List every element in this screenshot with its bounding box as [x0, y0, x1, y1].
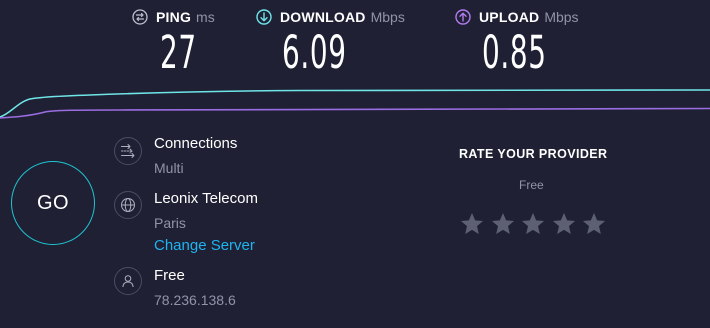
connections-icon [114, 137, 142, 165]
upload-arrow-icon [455, 9, 471, 25]
ip-address: 78.236.138.6 [154, 292, 236, 308]
download-arrow-icon [256, 9, 272, 25]
ping-value: 27 [160, 26, 197, 79]
download-unit: Mbps [370, 9, 405, 25]
server-location: Paris [154, 215, 186, 231]
speed-graph [0, 80, 710, 130]
download-value: 6.09 [282, 26, 347, 79]
download-header: DOWNLOAD Mbps [256, 8, 405, 26]
star-icon[interactable] [520, 211, 546, 237]
connections-value: Multi [154, 160, 184, 176]
star-icon[interactable] [459, 211, 485, 237]
ping-label: PING [156, 9, 192, 25]
globe-icon [114, 191, 142, 219]
upload-header: UPLOAD Mbps [455, 8, 579, 26]
rating-stars [459, 211, 612, 237]
go-label: GO [36, 191, 70, 214]
go-button[interactable]: GO [11, 161, 95, 245]
speedtest-panel: PING ms 27 DOWNLOAD Mbps 6.09 UPLOAD Mbp… [0, 0, 710, 328]
user-icon [114, 267, 142, 295]
upload-graph-line [0, 107, 710, 119]
isp-name: Free [154, 267, 185, 284]
download-graph-line [0, 89, 710, 118]
rate-provider-title: RATE YOUR PROVIDER [459, 147, 608, 161]
star-icon[interactable] [581, 211, 607, 237]
upload-label: UPLOAD [479, 9, 540, 25]
star-icon[interactable] [551, 211, 577, 237]
upload-value: 0.85 [482, 26, 547, 79]
ping-unit: ms [196, 9, 215, 25]
rate-provider-name: Free [519, 178, 544, 192]
download-label: DOWNLOAD [280, 9, 366, 25]
change-server-link[interactable]: Change Server [154, 237, 255, 254]
star-icon[interactable] [490, 211, 516, 237]
connections-title: Connections [154, 135, 238, 152]
ping-icon [132, 9, 148, 25]
ping-header: PING ms [132, 8, 215, 26]
server-name: Leonix Telecom [154, 190, 258, 207]
upload-unit: Mbps [544, 9, 579, 25]
